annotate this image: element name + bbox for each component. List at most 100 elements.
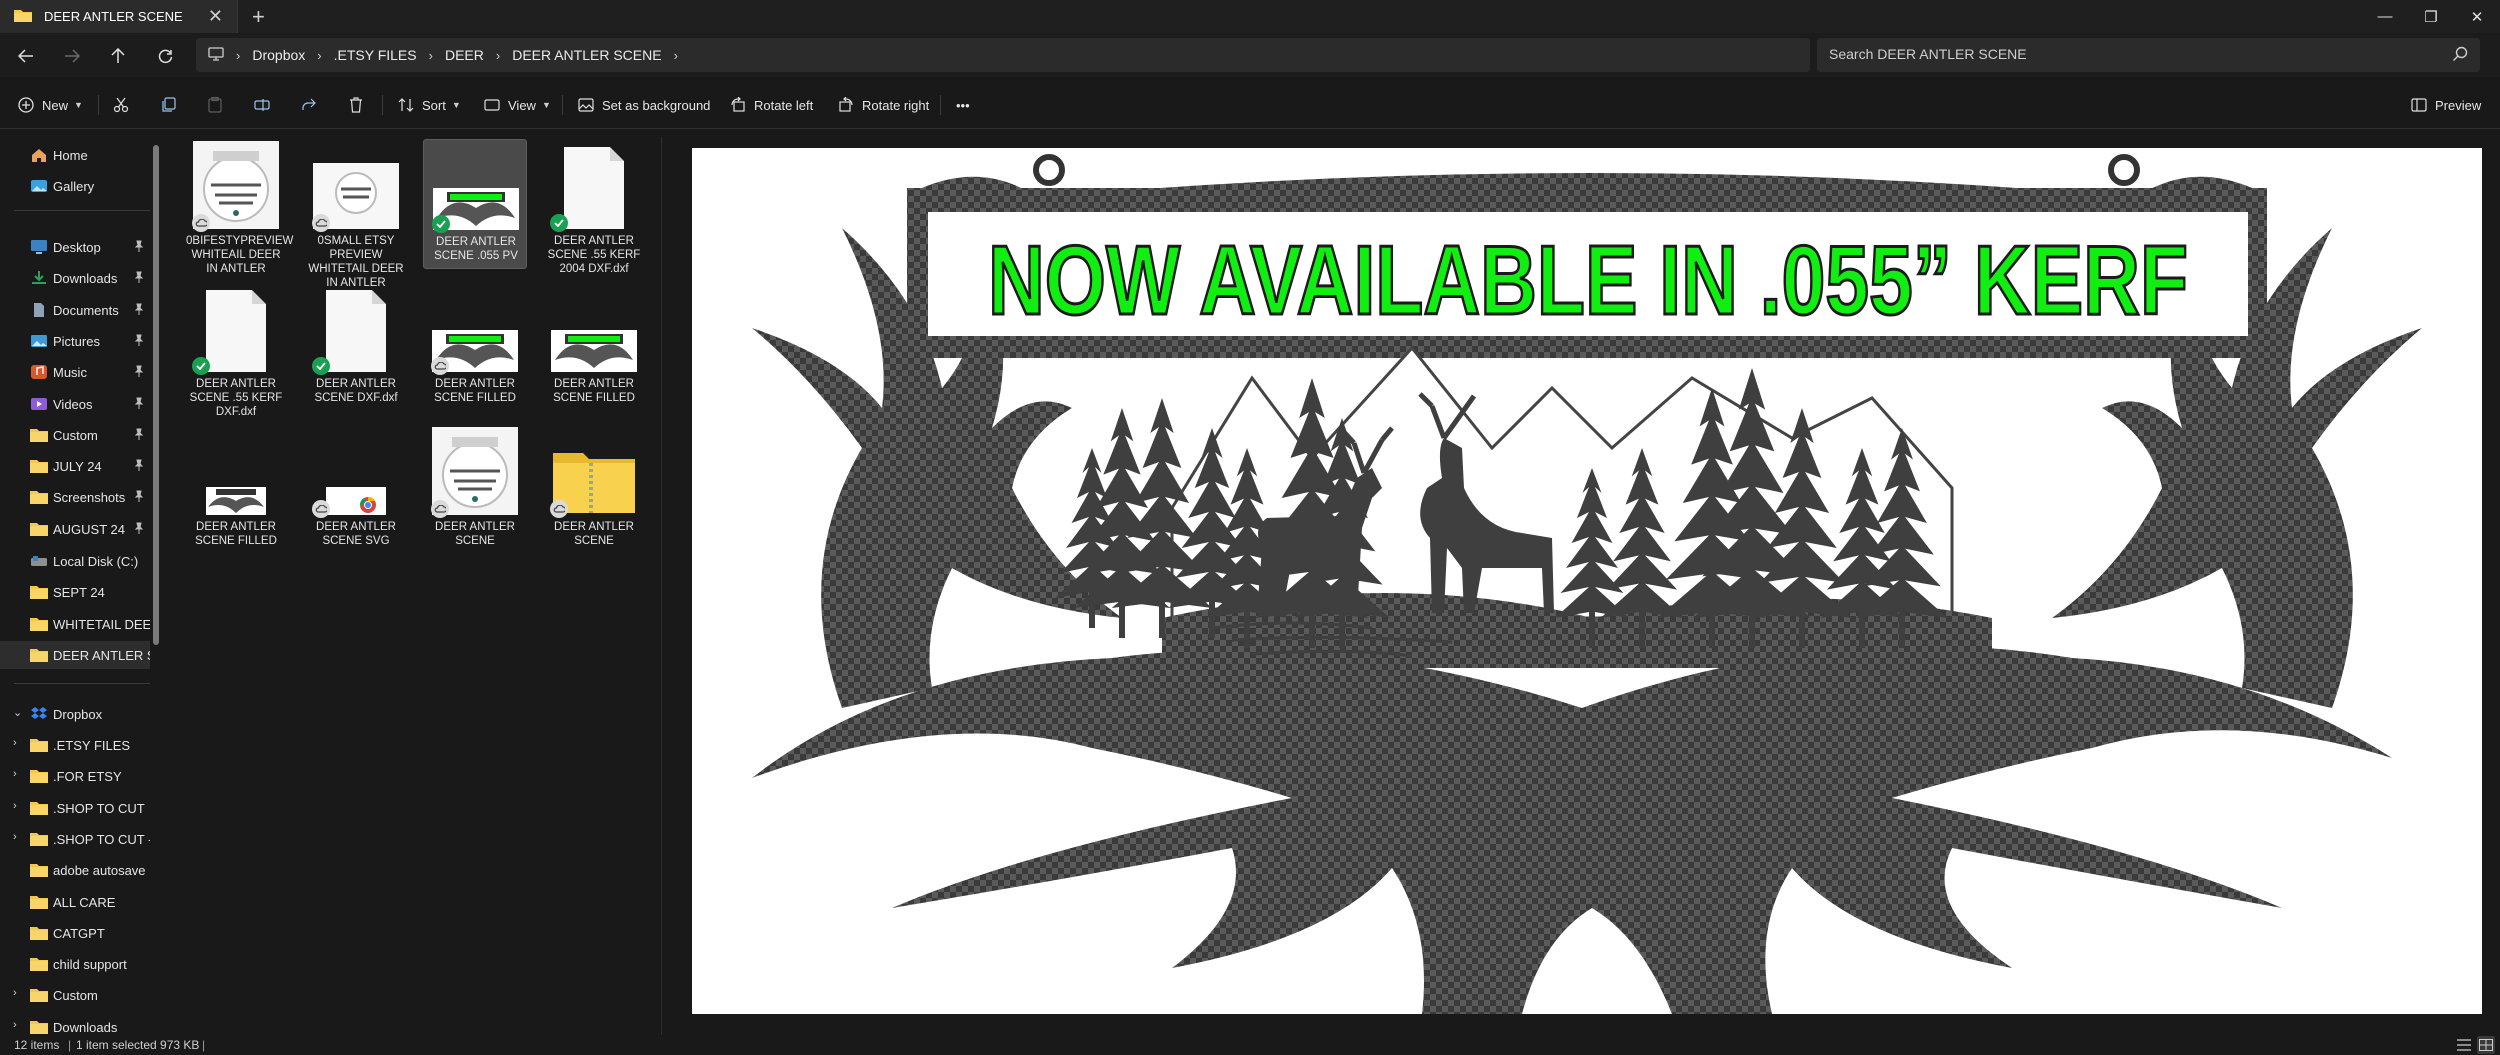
- cut-button[interactable]: [110, 94, 132, 116]
- nav-item-etsy-files[interactable]: › .ETSY FILES: [0, 731, 150, 759]
- share-button[interactable]: [298, 94, 320, 116]
- rename-icon: [254, 99, 270, 111]
- preview-toggle-button[interactable]: Preview: [2411, 93, 2481, 117]
- nav-item-child-support[interactable]: child support: [0, 950, 150, 978]
- minimize-button[interactable]: —: [2362, 0, 2408, 33]
- sort-button[interactable]: Sort ▼: [398, 93, 461, 117]
- file-item[interactable]: DEER ANTLER SCENE FILLED: [542, 282, 646, 412]
- nav-item-screenshots[interactable]: Screenshots: [0, 483, 150, 511]
- breadcrumb-item-deer[interactable]: DEER: [445, 47, 484, 63]
- nav-item-label: Documents: [53, 302, 119, 318]
- new-tab-button[interactable]: +: [252, 4, 265, 30]
- nav-item-label: Gallery: [53, 179, 95, 194]
- chevron-right-icon[interactable]: ›: [13, 1019, 17, 1031]
- nav-item-videos[interactable]: Videos: [0, 390, 150, 418]
- nav-item-all-care[interactable]: ALL CARE: [0, 888, 150, 916]
- nav-item-catgpt[interactable]: CATGPT: [0, 919, 150, 947]
- nav-item-custom[interactable]: › Custom: [0, 981, 150, 1009]
- chevron-right-icon[interactable]: ›: [236, 48, 240, 63]
- nav-item-documents[interactable]: Documents: [0, 296, 150, 324]
- paste-button[interactable]: [204, 94, 226, 116]
- nav-item-august-24[interactable]: AUGUST 24: [0, 515, 150, 543]
- refresh-button[interactable]: [152, 43, 178, 69]
- search-input[interactable]: [1829, 46, 2429, 62]
- view-icon: [484, 97, 500, 113]
- chevron-right-icon[interactable]: ›: [13, 737, 17, 749]
- file-item[interactable]: DEER ANTLER SCENE FILLED: [184, 425, 288, 555]
- search-box[interactable]: [1817, 38, 2480, 72]
- file-item[interactable]: 0SMALL ETSY PREVIEW WHITETAIL DEER IN AN…: [304, 139, 408, 289]
- rotate-right-button[interactable]: Rotate right: [838, 93, 929, 117]
- nav-item-desktop[interactable]: Desktop: [0, 233, 150, 261]
- file-item[interactable]: DEER ANTLER SCENE DXF.dxf: [304, 282, 408, 412]
- nav-item-sept-24[interactable]: SEPT 24: [0, 578, 150, 606]
- tab-deer-antler-scene[interactable]: DEER ANTLER SCENE ✕: [0, 0, 238, 33]
- file-name: DEER ANTLER SCENE .055 PV: [434, 236, 518, 262]
- file-item[interactable]: DEER ANTLER SCENE SVG: [304, 425, 408, 555]
- nav-item-custom[interactable]: Custom: [0, 421, 150, 449]
- chevron-right-icon[interactable]: ›: [13, 987, 17, 999]
- back-button[interactable]: [13, 43, 39, 69]
- forward-button[interactable]: [59, 43, 85, 69]
- file-item[interactable]: DEER ANTLER SCENE .55 KERF DXF.dxf: [184, 282, 288, 418]
- nav-item-pictures[interactable]: Pictures: [0, 327, 150, 355]
- nav-item-whitetail-deer-sc[interactable]: WHITETAIL DEER SC: [0, 610, 150, 638]
- details-view-icon: [2457, 1039, 2471, 1051]
- restore-button[interactable]: ❐: [2408, 0, 2454, 33]
- synced-checkmark-icon: [312, 357, 330, 375]
- nav-item-adobe-autosave[interactable]: adobe autosave: [0, 856, 150, 884]
- rename-button[interactable]: [251, 94, 273, 116]
- details-view-toggle[interactable]: [2455, 1036, 2473, 1054]
- chevron-right-icon[interactable]: ›: [496, 48, 500, 63]
- chevron-down-icon[interactable]: ⌄: [13, 706, 22, 719]
- more-options-button[interactable]: •••: [956, 93, 970, 117]
- folder-icon: [30, 800, 48, 816]
- breadcrumb-item-etsy-files[interactable]: .ETSY FILES: [334, 47, 417, 63]
- delete-button[interactable]: [345, 94, 367, 116]
- breadcrumb-item-deer-antler-scene[interactable]: DEER ANTLER SCENE: [512, 47, 661, 63]
- chevron-right-icon[interactable]: ›: [429, 48, 433, 63]
- chevron-right-icon[interactable]: ›: [317, 48, 321, 63]
- chevron-right-icon[interactable]: ›: [674, 48, 678, 63]
- folder-icon: [30, 427, 48, 443]
- copy-button[interactable]: [157, 94, 179, 116]
- nav-item-label: adobe autosave: [53, 863, 146, 879]
- chevron-right-icon[interactable]: ›: [13, 831, 17, 843]
- breadcrumb[interactable]: › Dropbox › .ETSY FILES › DEER › DEER AN…: [196, 38, 1810, 72]
- close-window-button[interactable]: ✕: [2454, 0, 2500, 33]
- chevron-right-icon[interactable]: ›: [13, 768, 17, 780]
- nav-item-home[interactable]: Home: [0, 141, 150, 169]
- nav-item-label: Downloads: [53, 1019, 118, 1035]
- nav-item-dropbox[interactable]: ⌄ Dropbox: [0, 700, 150, 728]
- file-item[interactable]: DEER ANTLER SCENE: [423, 425, 527, 555]
- breadcrumb-item-dropbox[interactable]: Dropbox: [252, 47, 305, 63]
- navigation-scrollbar[interactable]: [153, 145, 159, 645]
- nav-item-gallery[interactable]: Gallery: [0, 172, 150, 200]
- nav-item-july-24[interactable]: JULY 24: [0, 452, 150, 480]
- set-as-background-button[interactable]: Set as background: [578, 93, 710, 117]
- up-button[interactable]: [105, 43, 131, 69]
- nav-item-music[interactable]: Music: [0, 358, 150, 386]
- view-button[interactable]: View ▼: [484, 93, 551, 117]
- file-item[interactable]: 0BIFESTYPREVIEW WHITEAIL DEER IN ANTLER: [184, 139, 293, 275]
- chevron-right-icon[interactable]: ›: [13, 800, 17, 812]
- toolbar-divider: [562, 95, 563, 115]
- nav-item-for-etsy[interactable]: › .FOR ETSY: [0, 762, 150, 790]
- this-pc-icon[interactable]: [208, 46, 224, 64]
- nav-item-shop-to-cut[interactable]: › .SHOP TO CUT: [0, 794, 150, 822]
- nav-item-local-disk-c[interactable]: Local Disk (C:): [0, 547, 150, 575]
- rotate-left-button[interactable]: Rotate left: [730, 93, 813, 117]
- document-icon: [564, 147, 624, 229]
- new-button[interactable]: New ▼: [18, 93, 83, 117]
- search-icon[interactable]: [2452, 46, 2468, 65]
- file-item[interactable]: DEER ANTLER SCENE .55 KERF 2004 DXF.dxf: [542, 139, 646, 275]
- nav-item-shop-to-cut[interactable]: › .SHOP TO CUT - (: [0, 825, 150, 853]
- tab-close-icon[interactable]: ✕: [208, 6, 223, 27]
- nav-item-deer-antler-scen[interactable]: DEER ANTLER SCEN: [0, 640, 150, 669]
- nav-item-downloads[interactable]: Downloads: [0, 264, 150, 292]
- large-icons-view-toggle[interactable]: [2477, 1036, 2495, 1054]
- file-item[interactable]: DEER ANTLER SCENE: [542, 425, 646, 555]
- file-item[interactable]: DEER ANTLER SCENE FILLED: [423, 282, 527, 412]
- file-item[interactable]: DEER ANTLER SCENE .055 PV: [423, 139, 527, 269]
- banner-text: NOW AVAILABLE IN .055” KERF: [988, 225, 2188, 335]
